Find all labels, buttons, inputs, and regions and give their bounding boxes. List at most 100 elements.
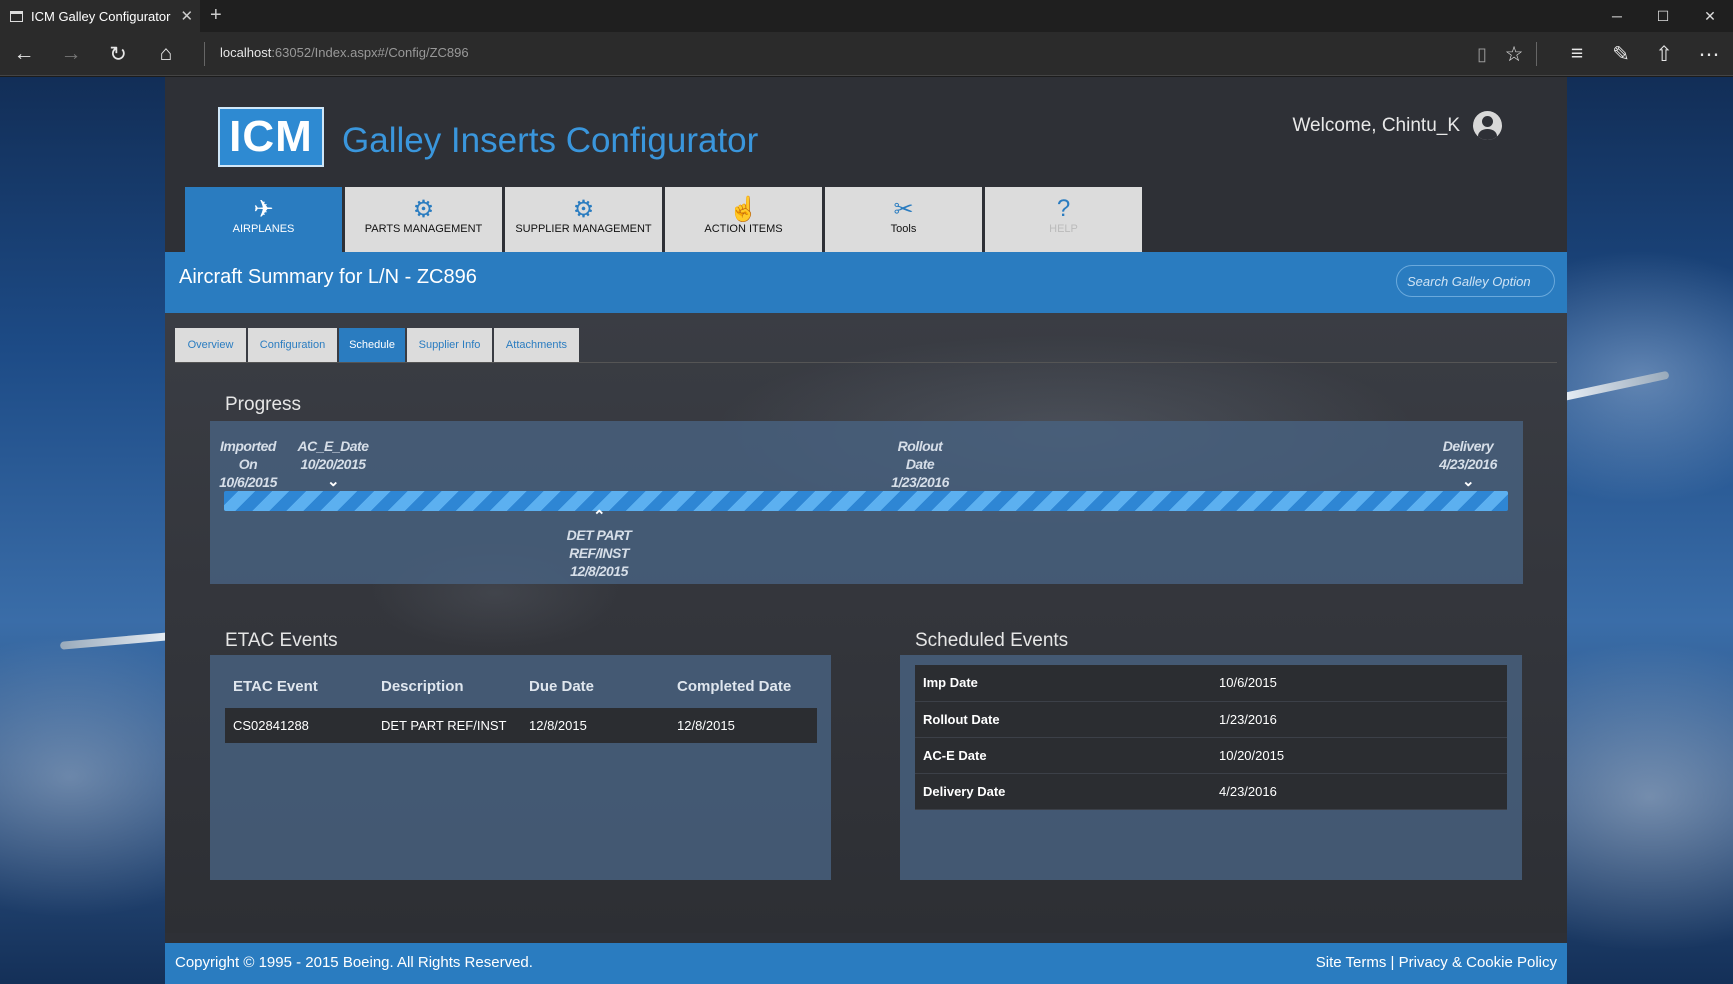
maximize-icon[interactable]: ☐ (1640, 0, 1686, 32)
menu-label: SUPPLIER MANAGEMENT (515, 223, 652, 235)
site-terms-link[interactable]: Site Terms (1316, 954, 1387, 971)
link-separator: | (1386, 954, 1399, 971)
web-note-icon[interactable]: ✎ (1605, 38, 1637, 70)
browser-navbar: ← → ↻ ⌂ localhost:63052/Index.aspx#/Conf… (0, 32, 1733, 76)
column-header: ETAC Event (233, 678, 318, 695)
aircraft-summary-title: Aircraft Summary for L/N - ZC896 (179, 266, 477, 288)
favorite-star-icon[interactable]: ☆ (1498, 38, 1530, 70)
table-row: AC-E Date 10/20/2015 (915, 737, 1507, 774)
toolbar-divider (1536, 42, 1537, 66)
table-row[interactable]: CS02841288 DET PART REF/INST 12/8/2015 1… (225, 708, 817, 743)
app-container: ICM Galley Inserts Configurator Welcome,… (165, 77, 1567, 984)
event-label: Imp Date (915, 665, 1211, 702)
etac-event-cell: CS02841288 (225, 708, 373, 743)
chevron-up-icon: ⌃ (592, 508, 606, 525)
completed-date-cell: 12/8/2015 (669, 708, 817, 743)
address-host: localhost (220, 45, 272, 60)
copyright-text: Copyright © 1995 - 2015 Boeing. All Righ… (175, 954, 533, 971)
milestone-date: 1/23/2016 (891, 474, 949, 490)
menu-label: PARTS MANAGEMENT (364, 223, 483, 235)
milestone-delivery: Delivery 4/23/2016 ⌄ (1430, 437, 1506, 491)
milestone-label-line2: REF/INST (569, 545, 629, 561)
column-header: Due Date (529, 678, 595, 695)
menu-label: HELP (1049, 223, 1078, 235)
forward-icon[interactable]: → (55, 38, 87, 70)
new-tab-icon[interactable]: + (210, 4, 222, 27)
user-avatar-icon[interactable] (1473, 111, 1502, 140)
milestone-ac-e-date: AC_E_Date 10/20/2015 ⌄ (295, 437, 371, 491)
tools-icon: ✂ (893, 196, 914, 223)
menu-label: AIRPLANES (232, 223, 295, 235)
airplane-icon: ✈ (253, 196, 274, 223)
airplane-wing-right (1560, 370, 1670, 402)
summary-bar: Aircraft Summary for L/N - ZC896 (165, 252, 1567, 313)
milestone-date: 10/6/2015 (219, 474, 277, 490)
table-row: Rollout Date 1/23/2016 (915, 701, 1507, 738)
scheduled-events-title: Scheduled Events (915, 630, 1069, 651)
event-label: Rollout Date (915, 701, 1211, 738)
browser-titlebar: ICM Galley Configurator ✕ + ─ ☐ ✕ (0, 0, 1733, 32)
hub-icon[interactable]: ≡ (1561, 38, 1593, 70)
event-label: Delivery Date (915, 773, 1211, 810)
milestone-date: 4/23/2016 (1439, 456, 1497, 472)
scheduled-events-panel: Imp Date 10/6/2015 Rollout Date 1/23/201… (900, 655, 1522, 880)
menu-supplier-management[interactable]: ⚙ SUPPLIER MANAGEMENT (505, 187, 662, 252)
milestone-det-part: ⌃ DET PART REF/INST 12/8/2015 (559, 508, 639, 580)
refresh-icon[interactable]: ↻ (102, 38, 134, 70)
reading-view-icon[interactable]: ▯ (1466, 38, 1498, 70)
supplier-icon: ⚙ (572, 196, 595, 223)
menu-tools[interactable]: ✂ Tools (825, 187, 982, 252)
milestone-date: 10/20/2015 (300, 456, 366, 472)
column-header: Description (381, 678, 464, 695)
back-icon[interactable]: ← (8, 38, 40, 70)
scheduled-events-table: Imp Date 10/6/2015 Rollout Date 1/23/201… (915, 665, 1507, 810)
address-bar[interactable]: localhost:63052/Index.aspx#/Config/ZC896 (220, 45, 469, 60)
airplane-wing-left (59, 632, 171, 650)
event-date: 10/6/2015 (1211, 665, 1507, 702)
footer: Copyright © 1995 - 2015 Boeing. All Righ… (165, 943, 1567, 984)
progress-title: Progress (225, 394, 302, 415)
home-icon[interactable]: ⌂ (150, 38, 182, 70)
chevron-down-icon: ⌄ (1461, 473, 1475, 490)
etac-events-table: ETAC Event Description Due Date Complete… (225, 665, 817, 743)
footer-links: Site Terms | Privacy & Cookie Policy (1316, 954, 1557, 971)
tab-supplier-info[interactable]: Supplier Info (407, 328, 492, 362)
tab-configuration[interactable]: Configuration (248, 328, 337, 362)
etac-events-panel: ETAC Event Description Due Date Complete… (210, 655, 831, 880)
help-icon: ? (1056, 195, 1071, 222)
close-window-icon[interactable]: ✕ (1687, 0, 1733, 32)
milestone-label-line1: DET PART (566, 527, 632, 543)
welcome-text: Welcome, Chintu_K (1292, 114, 1460, 136)
menu-help[interactable]: ? HELP (985, 187, 1142, 252)
milestone-label: Imported On (220, 438, 276, 472)
tab-attachments[interactable]: Attachments (494, 328, 579, 362)
etac-events-title: ETAC Events (225, 630, 338, 651)
tab-overview[interactable]: Overview (175, 328, 246, 362)
milestone-date: 12/8/2015 (570, 563, 628, 579)
menu-airplanes[interactable]: ✈ AIRPLANES (185, 187, 342, 252)
menu-action-items[interactable]: ☝ ACTION ITEMS (665, 187, 822, 252)
close-tab-icon[interactable]: ✕ (180, 7, 193, 25)
browser-tab[interactable]: ICM Galley Configurator ✕ (0, 0, 200, 32)
milestone-label: AC_E_Date (297, 438, 369, 454)
more-icon[interactable]: ⋯ (1693, 38, 1725, 70)
share-icon[interactable]: ⇧ (1648, 38, 1680, 70)
column-header: Completed Date (677, 678, 792, 695)
event-date: 4/23/2016 (1211, 773, 1507, 810)
menu-parts-management[interactable]: ⚙ PARTS MANAGEMENT (345, 187, 502, 252)
event-date: 10/20/2015 (1211, 737, 1507, 774)
icm-logo: ICM (218, 107, 324, 167)
event-label: AC-E Date (915, 737, 1211, 774)
privacy-policy-link[interactable]: Privacy & Cookie Policy (1399, 954, 1557, 971)
tab-title: ICM Galley Configurator (31, 8, 171, 24)
due-date-cell: 12/8/2015 (521, 708, 669, 743)
description-cell: DET PART REF/INST (373, 708, 521, 743)
address-divider (204, 42, 205, 66)
progress-panel: Imported On 10/6/2015 ⌄ AC_E_Date 10/20/… (210, 421, 1523, 584)
tab-schedule[interactable]: Schedule (339, 328, 405, 362)
minimize-icon[interactable]: ─ (1594, 0, 1640, 32)
table-row: Delivery Date 4/23/2016 (915, 773, 1507, 810)
milestone-label: Rollout Date (897, 438, 943, 472)
welcome-user[interactable]: Welcome, Chintu_K (1292, 111, 1502, 140)
search-galley-input[interactable] (1396, 265, 1555, 297)
